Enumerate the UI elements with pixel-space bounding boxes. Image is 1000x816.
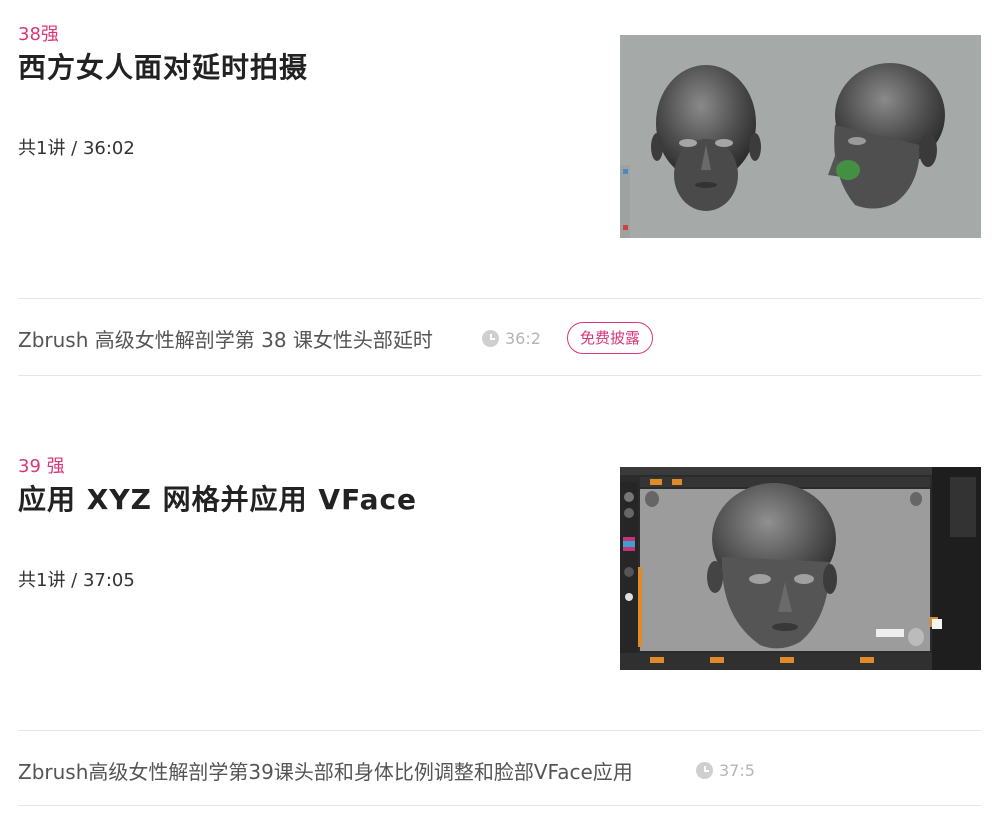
lesson-row[interactable]: Zbrush 高级女性解剖学第 38 课女性头部延时 36:2 免费披露	[18, 300, 981, 376]
duration-text: 37:5	[719, 761, 755, 780]
lesson-duration: 37:5	[696, 761, 755, 780]
chapter-index: 38强	[18, 24, 59, 45]
free-preview-badge[interactable]: 免费披露	[567, 322, 654, 354]
divider	[18, 375, 981, 376]
chapter-thumbnail[interactable]	[620, 467, 981, 670]
chapter-meta: 共1讲 / 37:05	[18, 570, 135, 591]
lesson-duration: 36:2	[482, 329, 541, 348]
clock-icon	[696, 762, 713, 779]
lesson-title[interactable]: Zbrush 高级女性解剖学第 38 课女性头部延时	[18, 324, 433, 353]
divider	[18, 298, 981, 299]
clock-icon	[482, 330, 499, 347]
chapter-title[interactable]: 应用 XYZ 网格并应用 VFace	[18, 478, 417, 518]
chapter-index: 39 强	[18, 456, 65, 477]
lesson-title[interactable]: Zbrush高级女性解剖学第39课头部和身体比例调整和脸部VFace应用	[18, 756, 633, 785]
chapter-thumbnail[interactable]	[620, 35, 981, 238]
divider	[18, 805, 981, 806]
chapter-meta: 共1讲 / 36:02	[18, 138, 135, 159]
duration-text: 36:2	[505, 329, 541, 348]
lesson-row[interactable]: Zbrush高级女性解剖学第39课头部和身体比例调整和脸部VFace应用 37:…	[18, 732, 981, 808]
chapter-title[interactable]: 西方女人面对延时拍摄	[18, 46, 308, 86]
divider	[18, 730, 981, 731]
